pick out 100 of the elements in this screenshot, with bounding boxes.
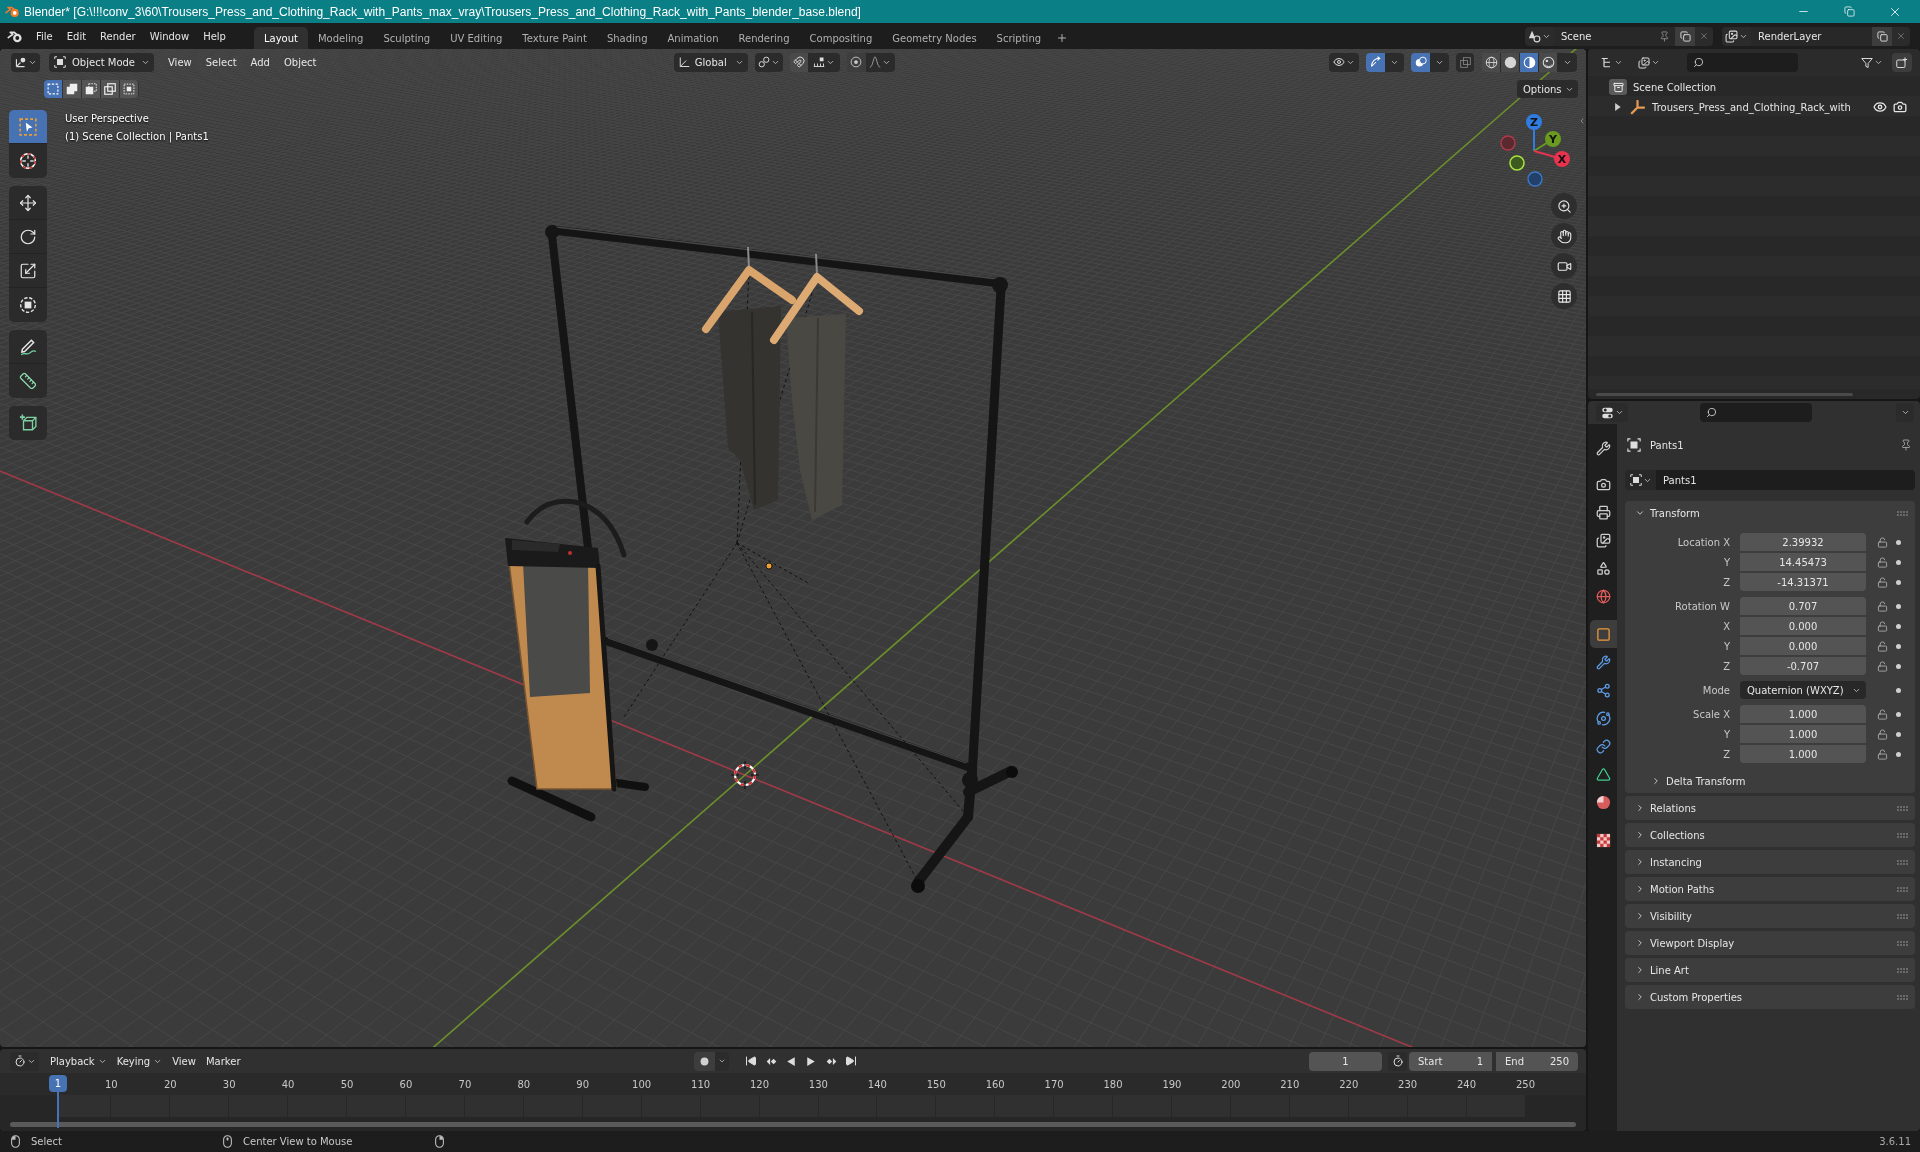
editor-type-button[interactable] — [1596, 403, 1628, 422]
chevron-down-icon[interactable] — [1635, 508, 1645, 518]
new-collection-button[interactable] — [1892, 53, 1912, 72]
workspace-tab[interactable]: Geometry Nodes — [882, 27, 987, 49]
open-padlock-icon[interactable] — [1877, 748, 1888, 760]
chevron-right-icon[interactable] — [1635, 938, 1645, 948]
menu-item[interactable]: Select — [198, 52, 244, 72]
new-view-layer-button[interactable] — [1872, 26, 1892, 46]
transform-tool-button[interactable] — [9, 288, 47, 322]
axis-ball[interactable]: X — [1554, 151, 1570, 167]
overlay-toggle[interactable] — [1411, 52, 1430, 72]
open-padlock-icon[interactable] — [1877, 600, 1888, 612]
selection-mode-button[interactable] — [101, 80, 120, 98]
chevron-right-icon[interactable] — [1635, 803, 1645, 813]
scene-name-field[interactable]: Scene — [1554, 26, 1675, 46]
shading-mode-button[interactable] — [1482, 52, 1501, 72]
current-frame-field[interactable]: 1 — [1309, 1051, 1382, 1071]
cursor-tool-button[interactable] — [9, 144, 47, 178]
auto-keying-button[interactable] — [694, 1051, 716, 1071]
selection-mode-button[interactable] — [63, 80, 82, 98]
menu-item[interactable]: File — [29, 26, 60, 46]
scene-menu-button[interactable] — [1525, 26, 1554, 46]
outliner-item-label[interactable]: Trousers_Press_and_Clothing_Rack_with — [1652, 99, 1851, 115]
workspace-tab[interactable]: Compositing — [799, 27, 883, 49]
menu-item[interactable]: Keying — [111, 1051, 168, 1071]
chevron-right-icon[interactable] — [1635, 884, 1645, 894]
view-layer-name-field[interactable]: RenderLayer — [1751, 26, 1872, 46]
menu-item[interactable]: Edit — [59, 26, 94, 46]
render-camera-icon[interactable] — [1893, 100, 1907, 114]
end-frame-field[interactable]: End 250 — [1496, 1051, 1578, 1071]
data-block-menu-button[interactable] — [1625, 470, 1656, 490]
number-field[interactable]: -14.31371 — [1740, 573, 1866, 591]
pan-view-button[interactable] — [1551, 223, 1577, 249]
panel-title[interactable]: Custom Properties — [1650, 989, 1743, 1005]
chevron-right-icon[interactable] — [1635, 911, 1645, 921]
pin-icon[interactable] — [1900, 439, 1912, 451]
chevron-right-icon[interactable] — [1635, 830, 1645, 840]
open-padlock-icon[interactable] — [1877, 728, 1888, 740]
search-field[interactable] — [1700, 403, 1812, 422]
xray-toggle[interactable] — [1456, 52, 1474, 72]
panel-title[interactable]: Viewport Display — [1650, 935, 1735, 951]
selectability-button[interactable] — [1329, 52, 1359, 72]
chevron-right-icon[interactable] — [1651, 776, 1661, 786]
axis-ball[interactable]: Z — [1526, 114, 1542, 130]
number-field[interactable]: 0.000 — [1740, 637, 1866, 655]
view-layer-menu-button[interactable] — [1722, 26, 1751, 46]
number-field[interactable]: 1.000 — [1740, 705, 1866, 723]
visibility-eye-icon[interactable] — [1873, 100, 1887, 114]
zoom-view-button[interactable] — [1551, 193, 1577, 219]
number-field[interactable]: 2.39932 — [1740, 533, 1866, 551]
number-field[interactable]: 14.45473 — [1740, 553, 1866, 571]
playhead-handle[interactable]: 1 — [49, 1075, 67, 1092]
selection-mode-button[interactable] — [44, 80, 63, 98]
workspace-tab[interactable]: Texture Paint — [512, 27, 597, 49]
camera-view-button[interactable] — [1551, 253, 1577, 279]
menu-item[interactable]: View — [161, 52, 199, 72]
menu-item[interactable]: Render — [93, 26, 143, 46]
preview-range-toggle[interactable] — [1388, 1051, 1407, 1071]
menu-item[interactable]: Add — [243, 52, 277, 72]
panel-title[interactable]: Collections — [1650, 827, 1705, 843]
open-padlock-icon[interactable] — [1877, 620, 1888, 632]
mode-dropdown[interactable]: Quaternion (WXYZ) — [1740, 681, 1866, 699]
outliner-scrollbar[interactable] — [1596, 392, 1853, 396]
selection-mode-button[interactable] — [120, 80, 139, 98]
start-frame-field[interactable]: Start 1 — [1409, 1051, 1492, 1071]
menu-item[interactable]: Playback — [45, 1051, 112, 1071]
workspace-tab[interactable]: Animation — [657, 27, 729, 49]
panel-title[interactable]: Instancing — [1650, 854, 1702, 870]
number-field[interactable]: 1.000 — [1740, 725, 1866, 743]
open-padlock-icon[interactable] — [1877, 536, 1888, 548]
panel-title[interactable]: Transform — [1650, 505, 1700, 521]
menu-item[interactable]: Window — [142, 26, 197, 46]
outliner-item-label[interactable]: Scene Collection — [1633, 79, 1717, 95]
timeline-scrollbar[interactable] — [10, 1121, 1576, 1127]
panel-title[interactable]: Visibility — [1650, 908, 1692, 924]
workspace-tab[interactable]: Shading — [596, 27, 658, 49]
menu-item[interactable]: View — [167, 1051, 201, 1071]
number-field[interactable]: 0.707 — [1740, 597, 1866, 615]
number-field[interactable]: 1.000 — [1740, 745, 1866, 763]
chevron-right-icon[interactable] — [1635, 992, 1645, 1002]
annotate-tool-button[interactable] — [9, 330, 47, 364]
axis-ball[interactable]: Y — [1545, 131, 1561, 147]
workspace-tab[interactable]: Modeling — [307, 27, 374, 49]
subpanel-title[interactable]: Delta Transform — [1666, 773, 1746, 789]
open-padlock-icon[interactable] — [1877, 640, 1888, 652]
panel-title[interactable]: Relations — [1650, 800, 1696, 816]
open-padlock-icon[interactable] — [1877, 708, 1888, 720]
open-padlock-icon[interactable] — [1877, 576, 1888, 588]
projection-toggle-button[interactable] — [1551, 283, 1577, 309]
add-cube-tool-button[interactable] — [9, 406, 47, 440]
panel-title[interactable]: Motion Paths — [1650, 881, 1715, 897]
open-padlock-icon[interactable] — [1877, 660, 1888, 672]
selection-mode-button[interactable] — [82, 80, 101, 98]
number-field[interactable]: 0.000 — [1740, 617, 1866, 635]
chevron-right-icon[interactable] — [1635, 965, 1645, 975]
scale-tool-button[interactable] — [9, 254, 47, 288]
number-field[interactable]: -0.707 — [1740, 657, 1866, 675]
new-scene-button[interactable] — [1675, 26, 1695, 46]
gizmo-toggle[interactable] — [1366, 52, 1385, 72]
chevron-right-icon[interactable] — [1635, 857, 1645, 867]
